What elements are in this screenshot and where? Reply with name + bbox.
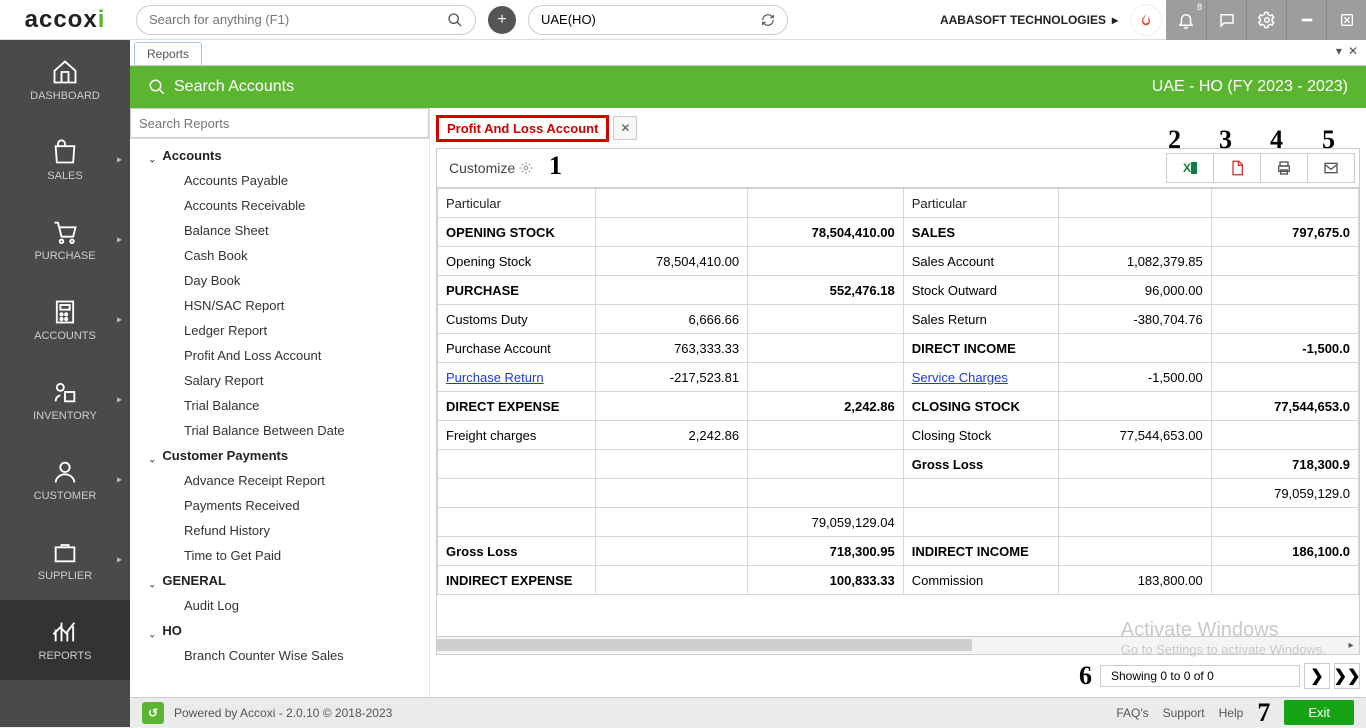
nav-reports[interactable]: REPORTS bbox=[0, 600, 130, 680]
add-button[interactable]: + bbox=[488, 6, 516, 34]
table-row: Purchase Return-217,523.81Service Charge… bbox=[438, 363, 1359, 392]
table-row: OPENING STOCK78,504,410.00SALES797,675.0 bbox=[438, 218, 1359, 247]
tree-item-refund-history[interactable]: Refund History bbox=[130, 518, 429, 543]
chat-icon[interactable] bbox=[1206, 0, 1246, 40]
tree-item-accounts-receivable[interactable]: Accounts Receivable bbox=[130, 193, 429, 218]
nav-customer[interactable]: CUSTOMER▸ bbox=[0, 440, 130, 520]
nav-sales[interactable]: SALES▸ bbox=[0, 120, 130, 200]
tree-item-balance-sheet[interactable]: Balance Sheet bbox=[130, 218, 429, 243]
tree-group-ho[interactable]: HO bbox=[130, 618, 429, 643]
pager-info: Showing 0 to 0 of 0 bbox=[1100, 665, 1300, 687]
flame-icon[interactable] bbox=[1130, 4, 1162, 36]
tree-group-general[interactable]: GENERAL bbox=[130, 568, 429, 593]
tree-item-payments-received[interactable]: Payments Received bbox=[130, 493, 429, 518]
table-row: 79,059,129.04 bbox=[438, 508, 1359, 537]
tab-dropdown-icon[interactable]: ▾ bbox=[1336, 44, 1342, 58]
footer-support[interactable]: Support bbox=[1163, 706, 1205, 720]
tree-item-audit-log[interactable]: Audit Log bbox=[130, 593, 429, 618]
tree-item-hsn-sac-report[interactable]: HSN/SAC Report bbox=[130, 293, 429, 318]
settings-icon[interactable] bbox=[1246, 0, 1286, 40]
pdf-icon bbox=[1229, 160, 1245, 176]
search-accounts-label: Search Accounts bbox=[174, 78, 294, 96]
branch-selector[interactable]: UAE(HO) bbox=[528, 5, 788, 35]
tree-item-day-book[interactable]: Day Book bbox=[130, 268, 429, 293]
table-row: Gross Loss718,300.95INDIRECT INCOME186,1… bbox=[438, 537, 1359, 566]
email-button[interactable] bbox=[1307, 153, 1355, 183]
excel-icon: X bbox=[1183, 161, 1197, 175]
doc-tab-close[interactable]: ✕ bbox=[613, 116, 637, 140]
tree-item-ledger-report[interactable]: Ledger Report bbox=[130, 318, 429, 343]
table-row: Gross Loss718,300.9 bbox=[438, 450, 1359, 479]
table-row: Opening Stock78,504,410.00Sales Account1… bbox=[438, 247, 1359, 276]
search-icon bbox=[148, 78, 166, 96]
close-window-icon[interactable] bbox=[1326, 0, 1366, 40]
doc-tab-pl[interactable]: Profit And Loss Account bbox=[436, 115, 609, 142]
footer-logo-icon: ↺ bbox=[142, 702, 164, 724]
table-row: Purchase Account763,333.33DIRECT INCOME-… bbox=[438, 334, 1359, 363]
gear-icon bbox=[519, 161, 533, 175]
search-reports-input[interactable] bbox=[130, 108, 429, 138]
pager-last[interactable]: ❯❯ bbox=[1334, 663, 1360, 689]
nav-supplier[interactable]: SUPPLIER▸ bbox=[0, 520, 130, 600]
annotation-3: 3 bbox=[1219, 125, 1232, 155]
minimize-icon[interactable] bbox=[1286, 0, 1326, 40]
branch-label: UAE(HO) bbox=[541, 12, 596, 27]
refresh-icon bbox=[761, 13, 775, 27]
table-row: Customs Duty6,666.66Sales Return-380,704… bbox=[438, 305, 1359, 334]
nav-purchase[interactable]: PURCHASE▸ bbox=[0, 200, 130, 280]
export-pdf-button[interactable] bbox=[1213, 153, 1261, 183]
annotation-4: 4 bbox=[1270, 125, 1283, 155]
export-excel-button[interactable]: X bbox=[1166, 153, 1214, 183]
nav-inventory[interactable]: INVENTORY▸ bbox=[0, 360, 130, 440]
footer-faq[interactable]: FAQ's bbox=[1116, 706, 1148, 720]
tab-close-icon[interactable]: ✕ bbox=[1348, 44, 1358, 58]
global-search-input[interactable] bbox=[149, 12, 447, 27]
nav-dashboard[interactable]: DASHBOARD bbox=[0, 40, 130, 120]
link-purchase-return[interactable]: Purchase Return bbox=[446, 370, 544, 385]
table-row: INDIRECT EXPENSE100,833.33Commission183,… bbox=[438, 566, 1359, 595]
tree-item-salary-report[interactable]: Salary Report bbox=[130, 368, 429, 393]
table-row: 79,059,129.0 bbox=[438, 479, 1359, 508]
table-row: DIRECT EXPENSE2,242.86CLOSING STOCK77,54… bbox=[438, 392, 1359, 421]
nav-accounts[interactable]: ACCOUNTS▸ bbox=[0, 280, 130, 360]
tree-item-accounts-payable[interactable]: Accounts Payable bbox=[130, 168, 429, 193]
tree-item-time-to-get-paid[interactable]: Time to Get Paid bbox=[130, 543, 429, 568]
annotation-2: 2 bbox=[1168, 125, 1181, 155]
tree-item-advance-receipt-report[interactable]: Advance Receipt Report bbox=[130, 468, 429, 493]
fy-label: UAE - HO (FY 2023 - 2023) bbox=[1152, 78, 1348, 96]
company-name[interactable]: AABASOFT TECHNOLOGIES ▸ bbox=[940, 13, 1118, 27]
exit-button[interactable]: Exit bbox=[1284, 700, 1354, 725]
annotation-1: 1 bbox=[549, 151, 562, 181]
print-button[interactable] bbox=[1260, 153, 1308, 183]
tree-group-customer-payments[interactable]: Customer Payments bbox=[130, 443, 429, 468]
search-accounts[interactable]: Search Accounts bbox=[148, 78, 294, 96]
tree-item-branch-counter-wise-sales[interactable]: Branch Counter Wise Sales bbox=[130, 643, 429, 668]
horizontal-scrollbar[interactable]: ▸ bbox=[436, 637, 1360, 655]
customize-button[interactable]: Customize bbox=[441, 156, 541, 180]
link-service-charges[interactable]: Service Charges bbox=[912, 370, 1008, 385]
app-logo: accoxi bbox=[0, 0, 130, 40]
footer-powered: Powered by Accoxi - 2.0.10 © 2018-2023 bbox=[174, 706, 392, 720]
tree-item-cash-book[interactable]: Cash Book bbox=[130, 243, 429, 268]
annotation-5: 5 bbox=[1322, 125, 1335, 155]
print-icon bbox=[1276, 160, 1292, 176]
email-icon bbox=[1323, 160, 1339, 176]
table-row: PURCHASE552,476.18Stock Outward96,000.00 bbox=[438, 276, 1359, 305]
tree-item-trial-balance-between-date[interactable]: Trial Balance Between Date bbox=[130, 418, 429, 443]
tree-item-trial-balance[interactable]: Trial Balance bbox=[130, 393, 429, 418]
table-row: Freight charges2,242.86Closing Stock77,5… bbox=[438, 421, 1359, 450]
tree-item-profit-and-loss-account[interactable]: Profit And Loss Account bbox=[130, 343, 429, 368]
tree-group-accounts[interactable]: Accounts bbox=[130, 143, 429, 168]
col-left-particular: Particular bbox=[438, 189, 596, 218]
search-icon bbox=[447, 12, 463, 28]
annotation-6: 6 bbox=[1079, 661, 1092, 691]
tab-reports[interactable]: Reports bbox=[134, 42, 202, 65]
notification-icon[interactable]: 8 bbox=[1166, 0, 1206, 40]
col-right-particular: Particular bbox=[903, 189, 1059, 218]
global-search[interactable] bbox=[136, 5, 476, 35]
footer-help[interactable]: Help bbox=[1219, 706, 1244, 720]
annotation-7: 7 bbox=[1257, 698, 1270, 728]
notification-badge: 8 bbox=[1197, 2, 1202, 12]
pager-next[interactable]: ❯ bbox=[1304, 663, 1330, 689]
